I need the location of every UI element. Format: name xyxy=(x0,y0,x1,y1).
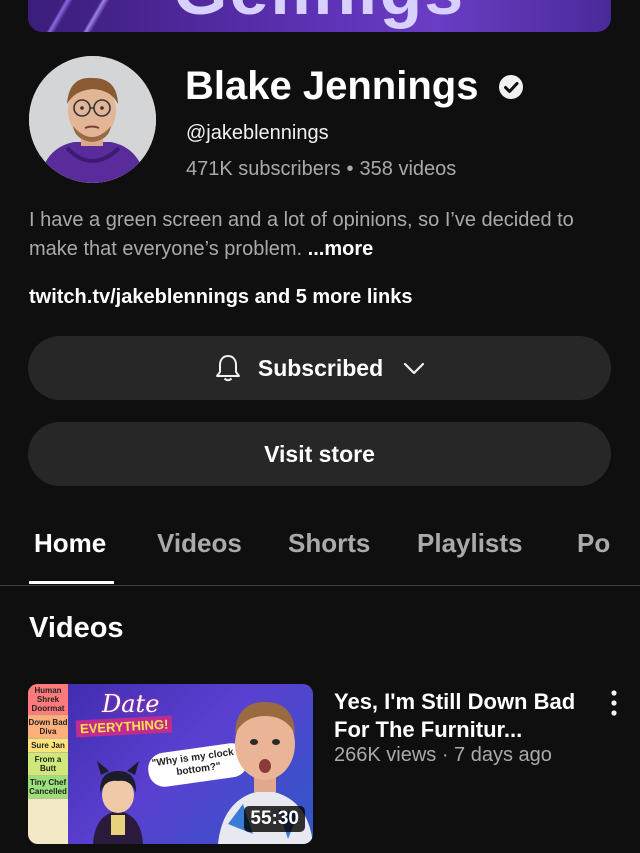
subscribed-button[interactable]: Subscribed xyxy=(28,336,611,400)
subscriber-count: 471K subscribers xyxy=(186,158,341,180)
tier-label: Tiny Chef Cancelled xyxy=(28,776,68,799)
active-tab-indicator xyxy=(29,581,114,584)
twitch-link[interactable]: twitch.tv/jakeblennings xyxy=(29,286,249,308)
channel-avatar[interactable] xyxy=(29,56,156,183)
tier-label: From a Butt xyxy=(28,753,68,776)
more-options-icon[interactable] xyxy=(604,688,624,718)
channel-handle: @jakeblennings xyxy=(186,122,329,144)
thumb-logo-sub: EVERYTHING! xyxy=(75,715,173,738)
video-thumbnail[interactable]: Human Shrek Doormat Down Bad Diva Sure J… xyxy=(28,684,313,844)
video-duration: 55:30 xyxy=(244,806,305,832)
channel-stats: 471K subscribers • 358 videos xyxy=(186,158,456,181)
more-link[interactable]: ...more xyxy=(308,238,374,260)
bell-icon xyxy=(215,355,240,382)
avatar-image xyxy=(29,56,156,183)
channel-links[interactable]: twitch.tv/jakeblennings and 5 more links xyxy=(29,286,412,309)
video-count: 358 videos xyxy=(359,158,457,180)
video-meta: 266K views · 7 days ago xyxy=(334,744,552,766)
tier-list: Human Shrek Doormat Down Bad Diva Sure J… xyxy=(28,684,68,844)
description-text: I have a green screen and a lot of opini… xyxy=(29,209,574,260)
channel-description[interactable]: I have a green screen and a lot of opini… xyxy=(29,206,619,264)
more-links-label[interactable]: and 5 more links xyxy=(249,286,413,308)
subscribed-label: Subscribed xyxy=(257,354,384,381)
chevron-down-icon xyxy=(404,362,425,375)
visit-store-button[interactable]: Visit store xyxy=(28,422,611,486)
verified-check-icon xyxy=(499,75,523,99)
banner-decoration xyxy=(28,0,148,32)
tab-home[interactable]: Home xyxy=(34,528,106,559)
tier-label: Down Bad Diva xyxy=(28,716,68,739)
thumb-logo: Date xyxy=(102,690,160,718)
tab-playlists[interactable]: Playlists xyxy=(417,528,523,559)
banner-text: Gelinigs xyxy=(173,0,465,30)
visit-store-label: Visit store xyxy=(264,440,375,467)
tier-label: Sure Jan xyxy=(28,739,68,753)
tier-label: Human Shrek Doormat xyxy=(28,684,68,716)
section-title: Videos xyxy=(29,612,124,644)
tab-shorts[interactable]: Shorts xyxy=(288,528,370,559)
anime-character-image xyxy=(93,761,143,844)
video-title[interactable]: Yes, I'm Still Down Bad For The Furnitur… xyxy=(334,688,594,744)
tab-posts[interactable]: Po xyxy=(577,528,610,559)
channel-name: Blake Jennings xyxy=(185,64,479,108)
stats-separator: • xyxy=(346,158,354,180)
channel-banner: Gelinigs xyxy=(28,0,611,32)
channel-tabs: Home Videos Shorts Playlists Po xyxy=(0,520,640,586)
tab-videos[interactable]: Videos xyxy=(157,528,242,559)
